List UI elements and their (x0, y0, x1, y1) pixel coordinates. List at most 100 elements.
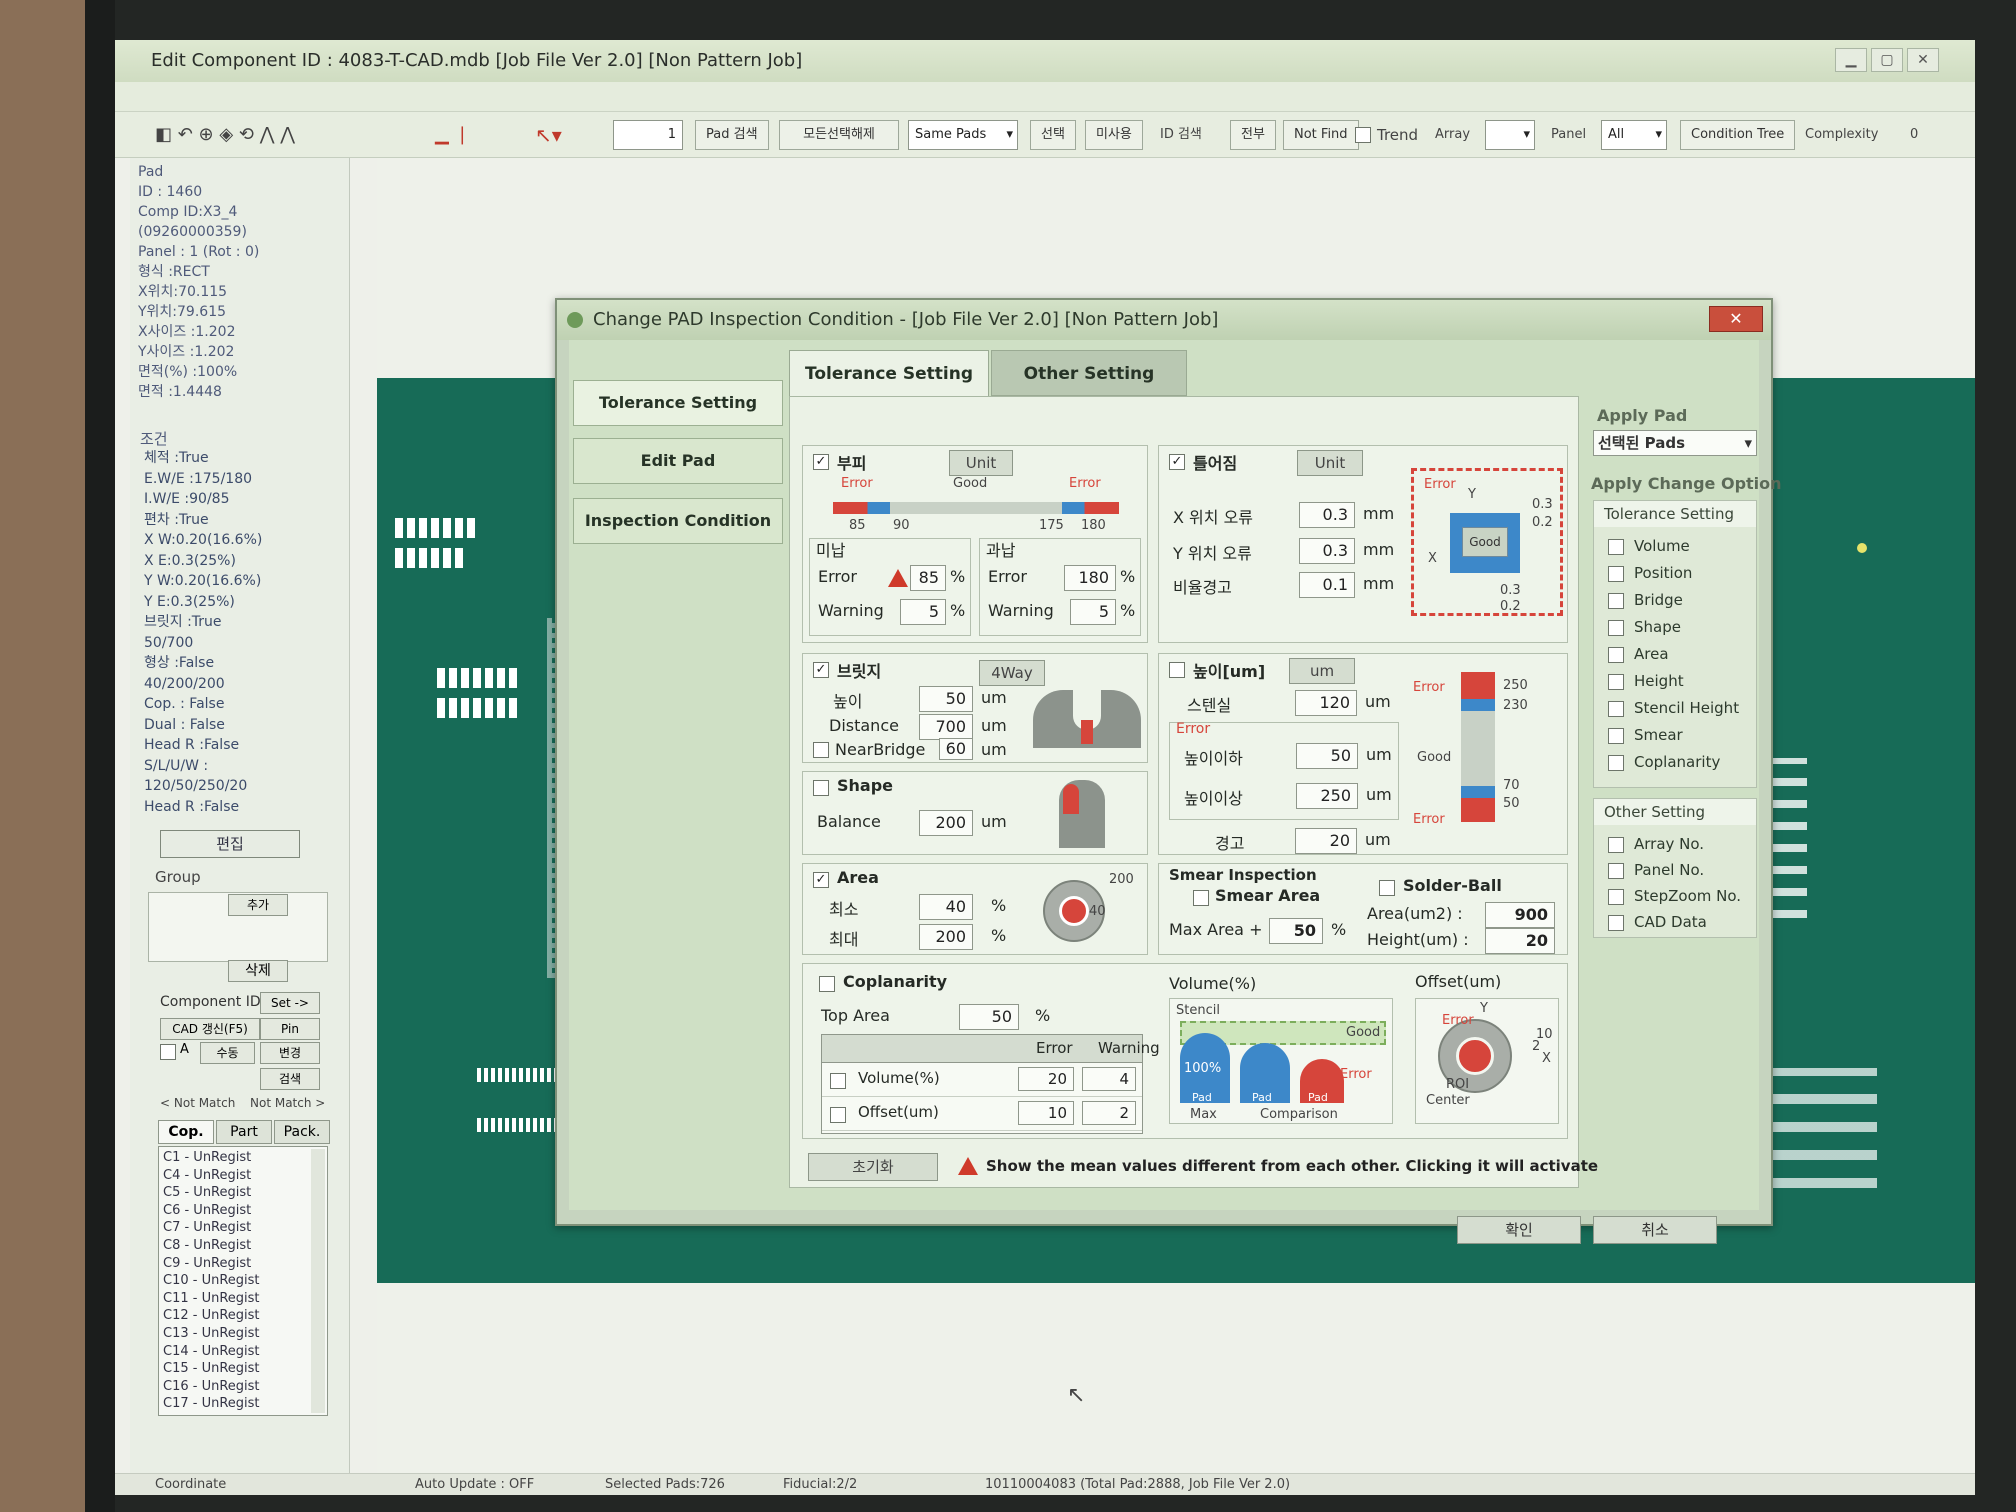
y-offset-input[interactable]: 0.3 (1299, 538, 1355, 564)
option-checkbox[interactable] (1608, 593, 1624, 609)
option-checkbox[interactable] (1608, 539, 1624, 555)
edit-button[interactable]: 편집 (160, 830, 300, 858)
list-item[interactable]: C8 - UnRegist (163, 1237, 251, 1254)
option-checkbox[interactable] (1608, 863, 1624, 879)
array-select[interactable]: ▾ (1485, 120, 1535, 150)
tab-other-setting[interactable]: Other Setting (991, 350, 1187, 396)
all-button[interactable]: 전부 (1230, 120, 1276, 150)
tab-tolerance-setting[interactable]: Tolerance Setting (789, 350, 989, 396)
trend-checkbox[interactable] (1355, 127, 1371, 143)
pad-row[interactable] (437, 698, 517, 718)
condition-tree-button[interactable]: Condition Tree (1680, 120, 1796, 150)
row-checkbox[interactable] (830, 1073, 846, 1089)
list-item[interactable]: C10 - UnRegist (163, 1272, 260, 1289)
reset-button[interactable]: 초기화 (808, 1153, 938, 1181)
close-window-button[interactable]: ✕ (1907, 48, 1939, 72)
solder-area-input[interactable]: 900 (1485, 902, 1555, 928)
row-checkbox[interactable] (830, 1107, 846, 1123)
bridge-4way-button[interactable]: 4Way (979, 660, 1045, 686)
nearbridge-checkbox[interactable] (813, 742, 829, 758)
x-offset-input[interactable]: 0.3 (1299, 502, 1355, 528)
list-item[interactable]: C12 - UnRegist (163, 1307, 260, 1324)
component-tab[interactable]: Pack. (274, 1120, 330, 1144)
area-min-input[interactable]: 40 (919, 894, 973, 920)
pin-button[interactable]: Pin (260, 1018, 320, 1040)
over-error-input[interactable]: 180 (1064, 565, 1116, 591)
nearbridge-input[interactable]: 60 (939, 738, 973, 760)
option-checkbox[interactable] (1608, 728, 1624, 744)
option-checkbox[interactable] (1608, 674, 1624, 690)
dialog-close-button[interactable]: ✕ (1709, 306, 1763, 332)
pad-number-input[interactable]: 1 (613, 120, 683, 150)
row-error-input[interactable]: 10 (1018, 1101, 1074, 1125)
smear-area-checkbox[interactable] (1193, 890, 1209, 906)
list-item[interactable]: C5 - UnRegist (163, 1184, 251, 1201)
solder-ball-checkbox[interactable] (1379, 880, 1395, 896)
select-button[interactable]: 선택 (1030, 120, 1076, 150)
change-button[interactable]: 변경 (260, 1042, 320, 1064)
option-checkbox[interactable] (1608, 915, 1624, 931)
under-warning-input[interactable]: 5 (900, 599, 946, 625)
under-error-input[interactable]: 85 (910, 565, 946, 591)
id-search-button[interactable]: ID 검색 (1160, 120, 1202, 150)
list-item[interactable]: C1 - UnRegist (163, 1149, 251, 1166)
minimize-button[interactable]: ▁ (1835, 48, 1867, 72)
pad-tool-icon[interactable]: ▁ ❘ (435, 120, 470, 150)
height-um-button[interactable]: um (1289, 658, 1355, 684)
list-item[interactable]: C13 - UnRegist (163, 1325, 260, 1342)
height-low-input[interactable]: 50 (1296, 743, 1358, 769)
bridge-checkbox[interactable]: ✓ (813, 662, 829, 678)
nav-edit-pad[interactable]: Edit Pad (573, 438, 783, 484)
offset-checkbox[interactable]: ✓ (1169, 454, 1185, 470)
offset-unit-button[interactable]: Unit (1297, 450, 1363, 476)
row-warning-input[interactable]: 2 (1082, 1101, 1136, 1125)
row-error-input[interactable]: 20 (1018, 1067, 1074, 1091)
bridge-height-input[interactable]: 50 (919, 686, 973, 712)
volume-unit-button[interactable]: Unit (949, 450, 1013, 476)
list-item[interactable]: C4 - UnRegist (163, 1167, 251, 1184)
option-checkbox[interactable] (1608, 566, 1624, 582)
solder-height-input[interactable]: 20 (1485, 928, 1555, 954)
pad-row[interactable] (395, 518, 475, 538)
list-item[interactable]: C16 - UnRegist (163, 1378, 260, 1395)
bridge-distance-input[interactable]: 700 (919, 714, 973, 740)
not-match-prev-button[interactable]: < Not Match (160, 1096, 235, 1110)
area-checkbox[interactable]: ✓ (813, 872, 829, 888)
balance-input[interactable]: 200 (919, 810, 973, 836)
search-button[interactable]: 검색 (260, 1068, 320, 1090)
deselect-all-button[interactable]: 모든선택해제 (779, 120, 899, 150)
a-checkbox[interactable] (160, 1044, 176, 1060)
pad-search-button[interactable]: Pad 검색 (695, 120, 769, 150)
unused-button[interactable]: 미사용 (1085, 120, 1143, 150)
over-warning-input[interactable]: 5 (1070, 599, 1116, 625)
not-find-button[interactable]: Not Find (1283, 120, 1359, 150)
list-item[interactable]: C11 - UnRegist (163, 1290, 260, 1307)
list-scrollbar[interactable] (311, 1149, 325, 1413)
ratio-warning-input[interactable]: 0.1 (1299, 572, 1355, 598)
volume-checkbox[interactable]: ✓ (813, 454, 829, 470)
not-match-next-button[interactable]: Not Match > (250, 1096, 325, 1110)
shape-checkbox[interactable] (813, 780, 829, 796)
row-warning-input[interactable]: 4 (1082, 1067, 1136, 1091)
component-list[interactable]: C1 - UnRegist C4 - UnRegist C5 - UnRegist C… (158, 1146, 328, 1416)
area-max-input[interactable]: 200 (919, 924, 973, 950)
height-high-input[interactable]: 250 (1296, 783, 1358, 809)
maximize-button[interactable]: ▢ (1871, 48, 1903, 72)
pad-row[interactable] (395, 548, 465, 568)
tool-icons[interactable]: ◧ ↶ ⊕ ◈ ⟲ ⋀ ⋀ (155, 120, 295, 150)
ok-button[interactable]: 확인 (1457, 1216, 1581, 1244)
cancel-button[interactable]: 취소 (1593, 1216, 1717, 1244)
top-area-input[interactable]: 50 (959, 1004, 1019, 1030)
option-checkbox[interactable] (1608, 620, 1624, 636)
list-item[interactable]: C9 - UnRegist (163, 1255, 251, 1272)
pad-row[interactable] (437, 668, 517, 688)
max-area-input[interactable]: 50 (1269, 918, 1323, 944)
set-button[interactable]: Set -> (260, 992, 320, 1014)
component-tab[interactable]: Part (216, 1120, 272, 1144)
manual-button[interactable]: 수동 (200, 1042, 255, 1064)
nav-tolerance-setting[interactable]: Tolerance Setting (573, 380, 783, 426)
height-warn-input[interactable]: 20 (1295, 828, 1357, 854)
list-item[interactable]: C14 - UnRegist (163, 1343, 260, 1360)
option-checkbox[interactable] (1608, 837, 1624, 853)
group-add-button[interactable]: 추가 (228, 894, 288, 916)
